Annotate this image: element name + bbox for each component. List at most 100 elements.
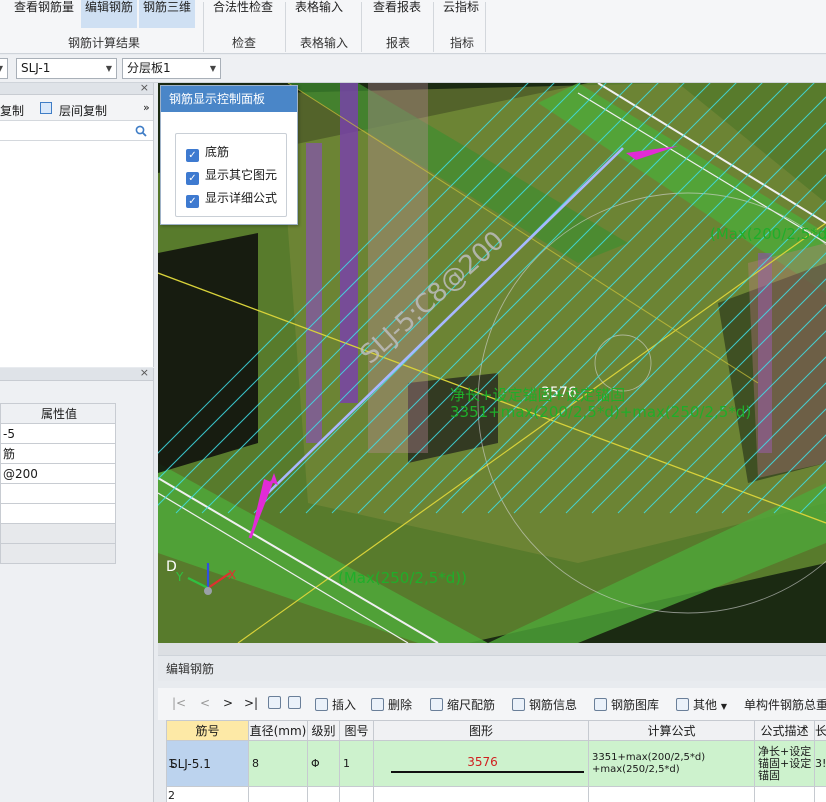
view-report-button[interactable]: 查看报表 (369, 0, 425, 28)
formula-line: 3351+max(200/2,5*d) (592, 751, 706, 763)
table-row[interactable]: SLJ-5.1 8 Φ 1 3576 3351+max(200/2,5*d) +… (166, 740, 826, 787)
library-icon (594, 698, 607, 711)
control-panel-title: 钢筋显示控制面板 (161, 86, 297, 112)
column-header[interactable]: 图形 (373, 720, 589, 741)
floor-select[interactable]: ▼ (0, 58, 8, 79)
grade-cell[interactable] (307, 786, 340, 802)
rebar-table: 筋号 直径(mm) 级别 图号 图形 计算公式 公式描述 长 SLJ-5.1 8… (166, 720, 826, 802)
copy-button[interactable]: 复制 (0, 102, 24, 119)
nav-prev-button[interactable]: < (200, 696, 210, 710)
app-window: 查看钢筋量 编辑钢筋 钢筋三维 钢筋计算结果 合法性检查 检查 表格输入 表格输… (0, 0, 826, 802)
panel-header: × (0, 81, 153, 95)
prop-value[interactable] (0, 503, 116, 524)
group-label-index: 指标 (450, 36, 475, 50)
close-icon[interactable]: × (140, 366, 149, 379)
edit-rebar-button[interactable]: 编辑钢筋 (81, 0, 138, 28)
ribbon-divider (433, 2, 434, 52)
prop-value[interactable]: 筋 (0, 443, 116, 464)
formula-cell[interactable]: 3351+max(200/2,5*d) +max(250/2,5*d) (588, 740, 755, 787)
table-row[interactable] (166, 786, 826, 802)
layer-select-value: 分层板1 (127, 61, 171, 75)
length-cell[interactable]: 3! (814, 740, 826, 787)
table-input-button[interactable]: 表格输入 (291, 0, 347, 28)
row-number: 1 (168, 757, 175, 770)
shape-cell[interactable]: 3576 (373, 740, 589, 787)
formula-description-label: 净长+设定锚固+设定锚固 (450, 386, 625, 404)
column (306, 143, 322, 443)
more-icon[interactable]: » (143, 101, 150, 114)
checkbox-checked-icon[interactable]: ✓ (186, 149, 199, 162)
length-cell[interactable] (814, 786, 826, 802)
rebar-info-button[interactable]: 钢筋信息 (512, 696, 577, 713)
diameter-cell[interactable]: 8 (248, 740, 308, 787)
legality-check-button[interactable]: 合法性检查 (209, 0, 277, 28)
column-header[interactable]: 计算公式 (588, 720, 755, 741)
group-label-rebar-result: 钢筋计算结果 (68, 36, 141, 50)
delete-button[interactable]: 删除 (371, 696, 412, 713)
close-icon[interactable]: × (140, 81, 149, 94)
checkbox-checked-icon[interactable]: ✓ (186, 195, 199, 208)
anchor-right-label: (Max(200/2,5*d (710, 225, 826, 243)
shape-line (391, 770, 584, 773)
formula-line: +max(250/2,5*d) (592, 763, 680, 775)
insert-label: 插入 (332, 698, 357, 712)
other-icon (676, 698, 689, 711)
description-line: 锚固+设定 (758, 756, 812, 770)
axis-x-label: X (228, 568, 236, 582)
formula-description-cell[interactable]: 净长+设定 锚固+设定 锚固 (754, 740, 815, 787)
rebar-number-cell[interactable] (166, 786, 249, 802)
shape-number-cell[interactable]: 1 (339, 740, 374, 787)
option-show-other-elements[interactable]: ✓ 显示其它图元 (186, 167, 277, 185)
option-show-detailed-formula[interactable]: ✓ 显示详细公式 (186, 190, 277, 208)
cloud-index-button[interactable]: 云指标 (439, 0, 483, 28)
nav-first-button[interactable]: |< (172, 696, 186, 710)
nav-last-button[interactable]: >| (244, 696, 258, 710)
column-header[interactable]: 公式描述 (754, 720, 815, 741)
checkbox-checked-icon[interactable]: ✓ (186, 172, 199, 185)
opening-left (158, 233, 258, 473)
move-up-button[interactable] (268, 696, 285, 710)
move-down-button[interactable] (288, 696, 305, 710)
rebar-library-button[interactable]: 钢筋图库 (594, 696, 659, 713)
layer-select[interactable]: 分层板1 ▼ (122, 58, 221, 79)
search-input[interactable] (0, 121, 153, 141)
formula-cell[interactable] (588, 786, 755, 802)
view-rebar-qty-button[interactable]: 查看钢筋量 (10, 0, 78, 28)
element-select[interactable]: SLJ-1 ▼ (16, 58, 117, 79)
props-header: 属性值 (0, 403, 116, 424)
column-header[interactable]: 直径(mm) (248, 720, 308, 741)
ruler-icon (430, 698, 443, 711)
move-up-icon (268, 696, 281, 709)
column-header[interactable]: 筋号 (166, 720, 249, 741)
grade-cell[interactable]: Φ (307, 740, 340, 787)
rebar-3d-viewport[interactable]: D Y X SLJ-5:C8@200 3576 净长+设定锚固+设定锚固 335… (158, 83, 826, 643)
column-header[interactable]: 长 (814, 720, 826, 741)
prop-value[interactable]: @200 (0, 463, 116, 484)
nav-next-button[interactable]: > (223, 696, 233, 710)
column-header[interactable]: 图号 (339, 720, 374, 741)
scale-rebar-label: 缩尺配筋 (447, 698, 496, 712)
insert-icon (315, 698, 328, 711)
horizontal-scrollbar[interactable] (158, 643, 826, 655)
member-total-weight-button[interactable]: 单构件钢筋总重 (744, 696, 826, 713)
diameter-cell[interactable] (248, 786, 308, 802)
rebar-number-cell[interactable]: SLJ-5.1 (166, 740, 249, 787)
formula-description-cell[interactable] (754, 786, 815, 802)
floor-copy-button[interactable]: 层间复制 (59, 102, 107, 119)
delete-icon (371, 698, 384, 711)
scale-rebar-button[interactable]: 缩尺配筋 (430, 696, 495, 713)
other-button[interactable]: 其他 ▼ (676, 696, 727, 713)
rebar-3d-button[interactable]: 钢筋三维 (139, 0, 196, 28)
insert-button[interactable]: 插入 (315, 696, 356, 713)
component-list-panel: × 复制 层间复制 » (0, 81, 154, 367)
option-bottom-rebar[interactable]: ✓ 底筋 (186, 144, 229, 162)
search-icon[interactable] (135, 125, 147, 137)
ribbon-divider (203, 2, 204, 52)
shape-number-cell[interactable] (339, 786, 374, 802)
edit-rebar-toolbar: |< < > >| 插入 删除 缩尺配筋 钢筋信息 钢筋图库 其他 ▼ 单构件钢… (158, 688, 826, 720)
shape-cell[interactable] (373, 786, 589, 802)
column-header[interactable]: 级别 (307, 720, 340, 741)
prop-value[interactable]: -5 (0, 423, 116, 444)
prop-value[interactable] (0, 483, 116, 504)
move-down-icon (288, 696, 301, 709)
